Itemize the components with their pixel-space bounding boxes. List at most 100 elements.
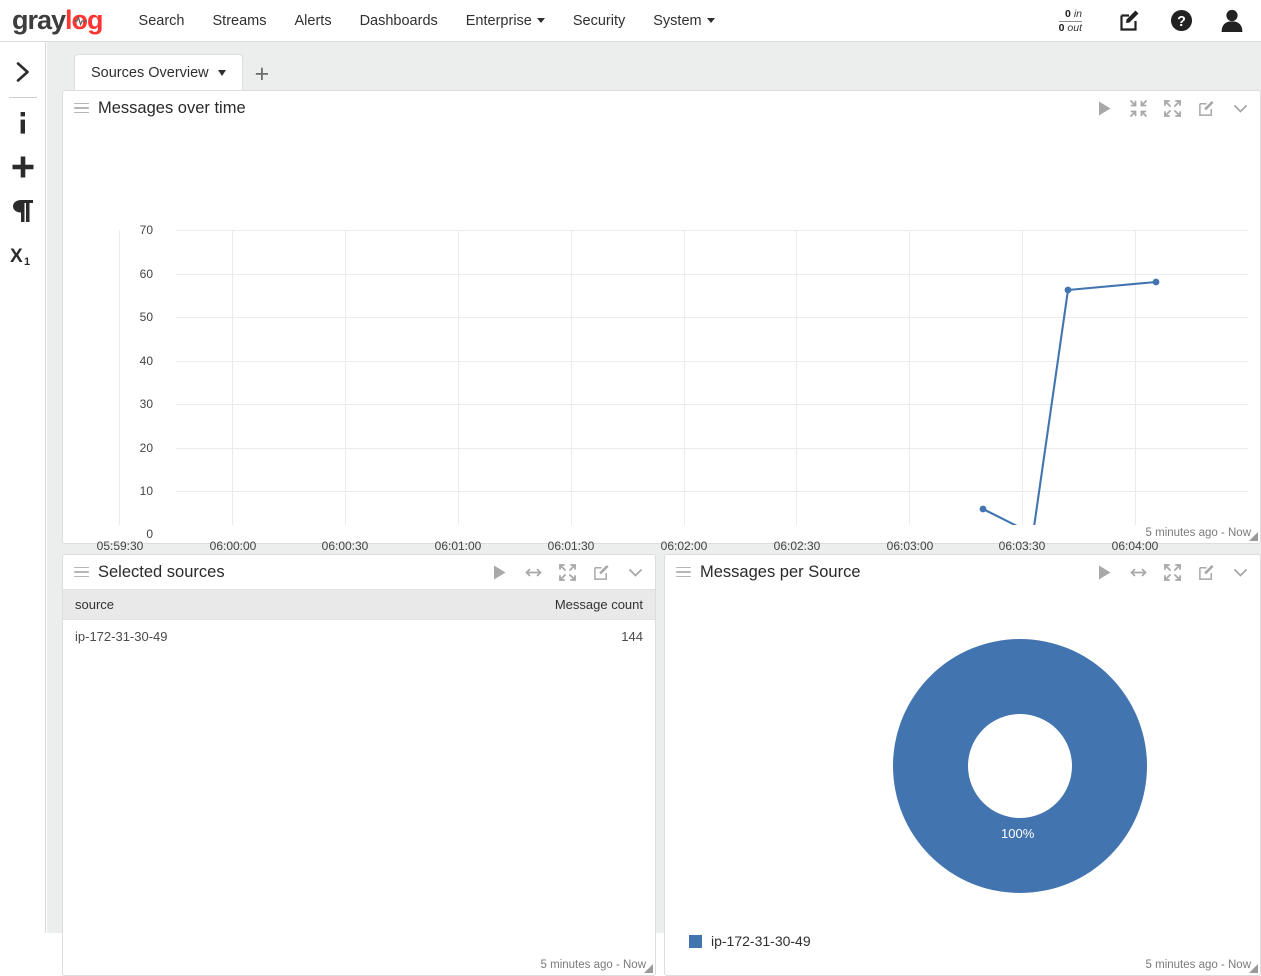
info-icon — [20, 112, 25, 134]
widget-actions — [1096, 563, 1249, 581]
throughput-in: 0 in — [1058, 8, 1082, 22]
chevron-down-icon — [706, 18, 715, 24]
horizontal-resize-icon[interactable] — [1130, 564, 1147, 581]
y-tick-60: 60 — [139, 267, 153, 281]
drag-handle-icon[interactable] — [676, 564, 691, 581]
dashboard-tabbar: Sources Overview + — [47, 42, 1261, 90]
svg-text:1: 1 — [24, 256, 30, 267]
tab-label: Sources Overview — [91, 64, 209, 81]
widget-title: Selected sources — [98, 562, 225, 581]
legend-label: ip-172-31-30-49 — [711, 933, 811, 949]
sidebar-item-fields[interactable]: X 1 — [0, 233, 46, 277]
user-avatar-icon[interactable] — [1221, 9, 1243, 32]
throughput-indicator[interactable]: 0 in 0 out — [1058, 8, 1082, 34]
graylog-logo[interactable]: gray log — [12, 5, 104, 35]
drag-handle-icon[interactable] — [74, 564, 89, 581]
x-tick-0: 05:59:30 — [96, 539, 144, 553]
x-tick-2: 06:00:30 — [321, 539, 369, 553]
play-icon[interactable] — [491, 564, 508, 581]
pulse-icon — [74, 16, 88, 26]
widget-header: Selected sources — [63, 555, 655, 589]
x-tick-5: 06:02:00 — [660, 539, 708, 553]
svg-text:X: X — [10, 246, 23, 267]
sidebar-item-info[interactable] — [0, 101, 46, 145]
x-tick-8: 06:03:30 — [998, 539, 1046, 553]
widget-header: Messages over time — [63, 91, 1260, 125]
x-tick-9: 06:04:00 — [1111, 539, 1159, 553]
legend-swatch — [689, 934, 702, 948]
widget-messages-over-time: Messages over time 70 60 50 40 30 20 10 … — [62, 90, 1261, 568]
x-tick-4: 06:01:30 — [547, 539, 595, 553]
chevron-down-icon[interactable] — [1232, 564, 1249, 581]
widget-actions — [1096, 99, 1249, 117]
resize-grip-icon[interactable] — [644, 964, 653, 973]
nav-item-alerts[interactable]: Alerts — [281, 0, 346, 42]
y-tick-40: 40 — [139, 354, 153, 368]
column-header-message-count[interactable]: Message count — [364, 589, 655, 620]
sidebar-item-expand[interactable] — [0, 50, 46, 94]
play-icon[interactable] — [1096, 564, 1113, 581]
edit-icon[interactable] — [1198, 100, 1215, 117]
widget-selected-sources: Selected sources source Message count ip… — [62, 554, 656, 976]
top-navbar: gray log Search Streams Alerts Dashboard… — [0, 0, 1261, 42]
pie-slice-percent-label: 100% — [1001, 826, 1035, 841]
widget-title: Messages over time — [98, 98, 246, 117]
chart-legend[interactable]: ip-172-31-30-49 — [689, 933, 811, 949]
edit-icon[interactable] — [593, 564, 610, 581]
nav-right-group: 0 in 0 out ? — [1058, 0, 1261, 41]
widget-header: Messages per Source — [665, 555, 1260, 589]
sources-table: source Message count ip-172-31-30-49 144 — [63, 589, 655, 653]
messages-per-source-donut[interactable] — [665, 589, 1260, 929]
expand-icon[interactable] — [1164, 563, 1181, 581]
x-tick-7: 06:03:00 — [886, 539, 934, 553]
sidebar-item-add[interactable] — [0, 145, 46, 189]
chevron-down-icon — [217, 69, 226, 76]
left-sidebar: X 1 — [0, 42, 46, 933]
compress-icon[interactable] — [1130, 99, 1147, 117]
throughput-out: 0 out — [1058, 21, 1082, 34]
play-icon[interactable] — [1096, 100, 1113, 117]
widget-timerange: 5 minutes ago - Now — [1145, 527, 1251, 539]
drag-handle-icon[interactable] — [74, 100, 89, 117]
resize-grip-icon[interactable] — [1249, 532, 1258, 541]
chevron-down-icon[interactable] — [627, 564, 644, 581]
widget-timerange: 5 minutes ago - Now — [1145, 959, 1251, 971]
table-row[interactable]: ip-172-31-30-49 144 — [63, 620, 655, 654]
x-tick-3: 06:01:00 — [434, 539, 482, 553]
column-header-source[interactable]: source — [63, 589, 365, 620]
resize-grip-icon[interactable] — [1249, 964, 1258, 973]
main-content: Sources Overview + Messages over time 70… — [47, 42, 1261, 976]
plus-icon — [12, 156, 33, 178]
widget-title: Messages per Source — [700, 562, 861, 581]
logo-text-log: log — [65, 5, 103, 35]
nav-item-search[interactable]: Search — [125, 0, 199, 42]
nav-item-enterprise[interactable]: Enterprise — [452, 0, 559, 42]
chevron-right-icon — [16, 62, 29, 82]
chevron-down-icon[interactable] — [1232, 100, 1249, 117]
cell-source: ip-172-31-30-49 — [75, 629, 168, 644]
widget-messages-per-source: Messages per Source 100% ip-172-31-30-49… — [664, 554, 1261, 976]
nav-menu: Search Streams Alerts Dashboards Enterpr… — [125, 0, 729, 41]
add-tab-button[interactable]: + — [255, 62, 270, 87]
edit-pencil-icon[interactable] — [1118, 9, 1142, 33]
edit-icon[interactable] — [1198, 564, 1215, 581]
help-circle-icon[interactable]: ? — [1170, 9, 1193, 32]
messages-over-time-svg — [99, 230, 1248, 538]
nav-item-security[interactable]: Security — [559, 0, 639, 42]
x-tick-1: 06:00:00 — [209, 539, 257, 553]
expand-icon[interactable] — [1164, 99, 1181, 117]
nav-item-streams[interactable]: Streams — [199, 0, 281, 42]
horizontal-resize-icon[interactable] — [525, 564, 542, 581]
tab-sources-overview[interactable]: Sources Overview — [74, 54, 243, 90]
table-header-row: source Message count — [63, 589, 655, 620]
donut-chart-area: 100% — [665, 589, 1260, 929]
subscript-x-icon: X 1 — [10, 246, 30, 267]
y-tick-70: 70 — [139, 223, 153, 237]
widget-actions — [491, 563, 644, 581]
expand-icon[interactable] — [559, 563, 576, 581]
y-tick-20: 20 — [139, 441, 153, 455]
nav-item-dashboards[interactable]: Dashboards — [346, 0, 452, 42]
sidebar-item-messages[interactable] — [0, 189, 46, 233]
chevron-down-icon — [536, 18, 545, 24]
nav-item-system[interactable]: System — [639, 0, 728, 42]
